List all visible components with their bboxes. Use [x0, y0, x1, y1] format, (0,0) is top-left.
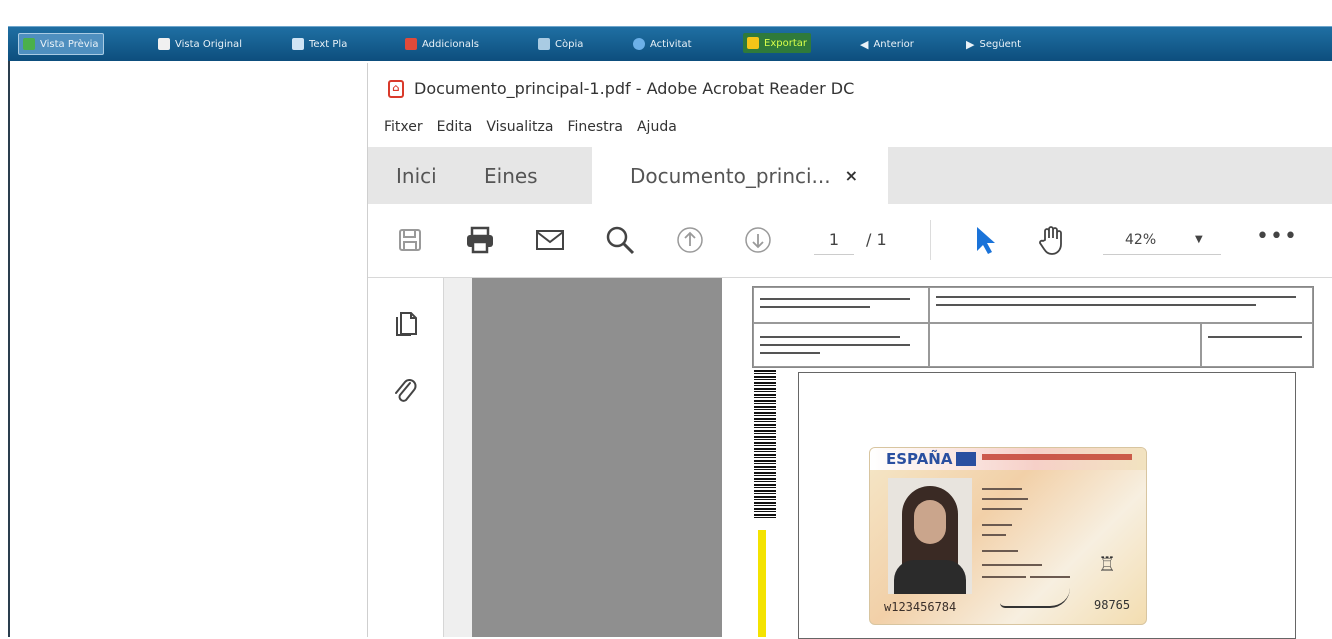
pages-icon [396, 312, 417, 336]
export-icon [747, 37, 759, 49]
email-button[interactable] [534, 224, 566, 256]
tab-eines[interactable]: Eines [484, 147, 538, 204]
addicionals-button[interactable]: Addicionals [405, 34, 479, 54]
seguent-button[interactable]: ▶ Següent [966, 34, 1021, 54]
id-card-code: 98765 [1094, 598, 1131, 612]
id-card-header: ESPAÑA [870, 448, 1146, 470]
arrow-up-circle-icon [677, 227, 703, 253]
preview-icon [23, 38, 35, 50]
highlight-strip [758, 530, 766, 637]
copy-icon [538, 38, 550, 50]
envelope-icon [536, 230, 564, 250]
search-icon [606, 226, 635, 255]
activitat-button[interactable]: Activitat [633, 34, 692, 54]
header-cell [753, 323, 929, 367]
paperclip-icon [395, 379, 417, 402]
vista-original-button[interactable]: Vista Original [158, 34, 242, 54]
menu-fitxer[interactable]: Fitxer [384, 119, 423, 141]
forward-icon: ▶ [966, 37, 975, 51]
page-number-input[interactable]: 1 [814, 226, 854, 255]
zoom-value: 42% [1125, 232, 1157, 248]
tab-inici[interactable]: Inici [396, 147, 437, 204]
text-icon [292, 38, 304, 50]
more-tools-icon[interactable]: ••• [1256, 224, 1298, 249]
pdf-file-icon: ⌂ [388, 80, 404, 98]
page-total-label: / 1 [866, 230, 887, 249]
close-tab-icon[interactable]: × [845, 166, 858, 185]
eu-flag-icon [956, 452, 976, 466]
arrow-down-circle-icon [745, 227, 771, 253]
save-icon [399, 229, 421, 251]
back-icon: ◀ [860, 37, 869, 51]
print-button[interactable] [464, 224, 496, 256]
tab-bar: Inici Eines Documento_princi... × [368, 147, 1332, 204]
ribbon-toolbar: Vista Prèvia Vista Original Text Pla Add… [8, 26, 1332, 61]
left-border [8, 61, 10, 637]
barcode-image [754, 370, 776, 520]
page-thumbnails-button[interactable] [388, 306, 422, 340]
document-frame: ESPAÑA ♖ w123456784 98765 [798, 372, 1296, 639]
attachments-button[interactable] [388, 374, 422, 408]
menu-ajuda[interactable]: Ajuda [637, 119, 677, 141]
id-card-number: w123456784 [884, 600, 957, 614]
save-button[interactable] [394, 224, 426, 256]
search-button[interactable] [604, 224, 636, 256]
next-page-button[interactable] [742, 224, 774, 256]
acrobat-titlebar: ⌂ Documento_principal-1.pdf - Adobe Acro… [368, 63, 1332, 113]
page-background [472, 278, 722, 637]
menu-bar: Fitxer Edita Visualitza Finestra Ajuda [384, 119, 677, 141]
hand-icon [1039, 226, 1062, 255]
tab-document[interactable]: Documento_princi... × [592, 147, 889, 204]
chevron-down-icon: ▼ [1195, 234, 1203, 245]
header-cell [1201, 323, 1313, 367]
app-top-area: Vista Prèvia Vista Original Text Pla Add… [0, 0, 1332, 61]
hand-tool-button[interactable] [1036, 224, 1068, 256]
id-card-photo [888, 478, 972, 594]
document-icon [158, 38, 170, 50]
thumbnail-gutter [444, 278, 472, 637]
acrobat-window: ⌂ Documento_principal-1.pdf - Adobe Acro… [367, 63, 1332, 639]
header-cell [753, 287, 929, 323]
acrobat-toolbar: 1 / 1 42% ▼ ••• [368, 204, 1332, 278]
select-tool-button[interactable] [968, 224, 1000, 256]
vista-previa-button[interactable]: Vista Prèvia [18, 33, 104, 55]
tab-document-label: Documento_princi... [630, 163, 831, 188]
anterior-button[interactable]: ◀ Anterior [860, 34, 914, 54]
header-cell [929, 323, 1201, 367]
activity-icon [633, 38, 645, 50]
id-card-docname [982, 454, 1132, 460]
menu-finestra[interactable]: Finestra [567, 119, 623, 141]
copia-button[interactable]: Còpia [538, 34, 583, 54]
print-icon [467, 226, 493, 254]
toolbar-separator [930, 220, 931, 260]
cursor-arrow-icon [977, 227, 995, 254]
pdf-icon [405, 38, 417, 50]
document-header-table [752, 286, 1314, 368]
header-cell [929, 287, 1313, 323]
menu-edita[interactable]: Edita [437, 119, 473, 141]
signature-image [1000, 588, 1070, 608]
pdf-page: ESPAÑA ♖ w123456784 98765 [722, 278, 1332, 639]
exportar-button[interactable]: Exportar [743, 33, 811, 53]
id-card-image: ESPAÑA ♖ w123456784 98765 [869, 447, 1147, 625]
zoom-select[interactable]: 42% ▼ [1103, 226, 1221, 255]
id-card-country: ESPAÑA [886, 450, 953, 468]
coat-of-arms-icon: ♖ [1098, 552, 1116, 576]
menu-visualitza[interactable]: Visualitza [486, 119, 553, 141]
previous-page-button[interactable] [674, 224, 706, 256]
window-title: Documento_principal-1.pdf - Adobe Acroba… [414, 79, 855, 98]
navigation-pane [368, 278, 444, 637]
text-pla-button[interactable]: Text Pla [292, 34, 347, 54]
